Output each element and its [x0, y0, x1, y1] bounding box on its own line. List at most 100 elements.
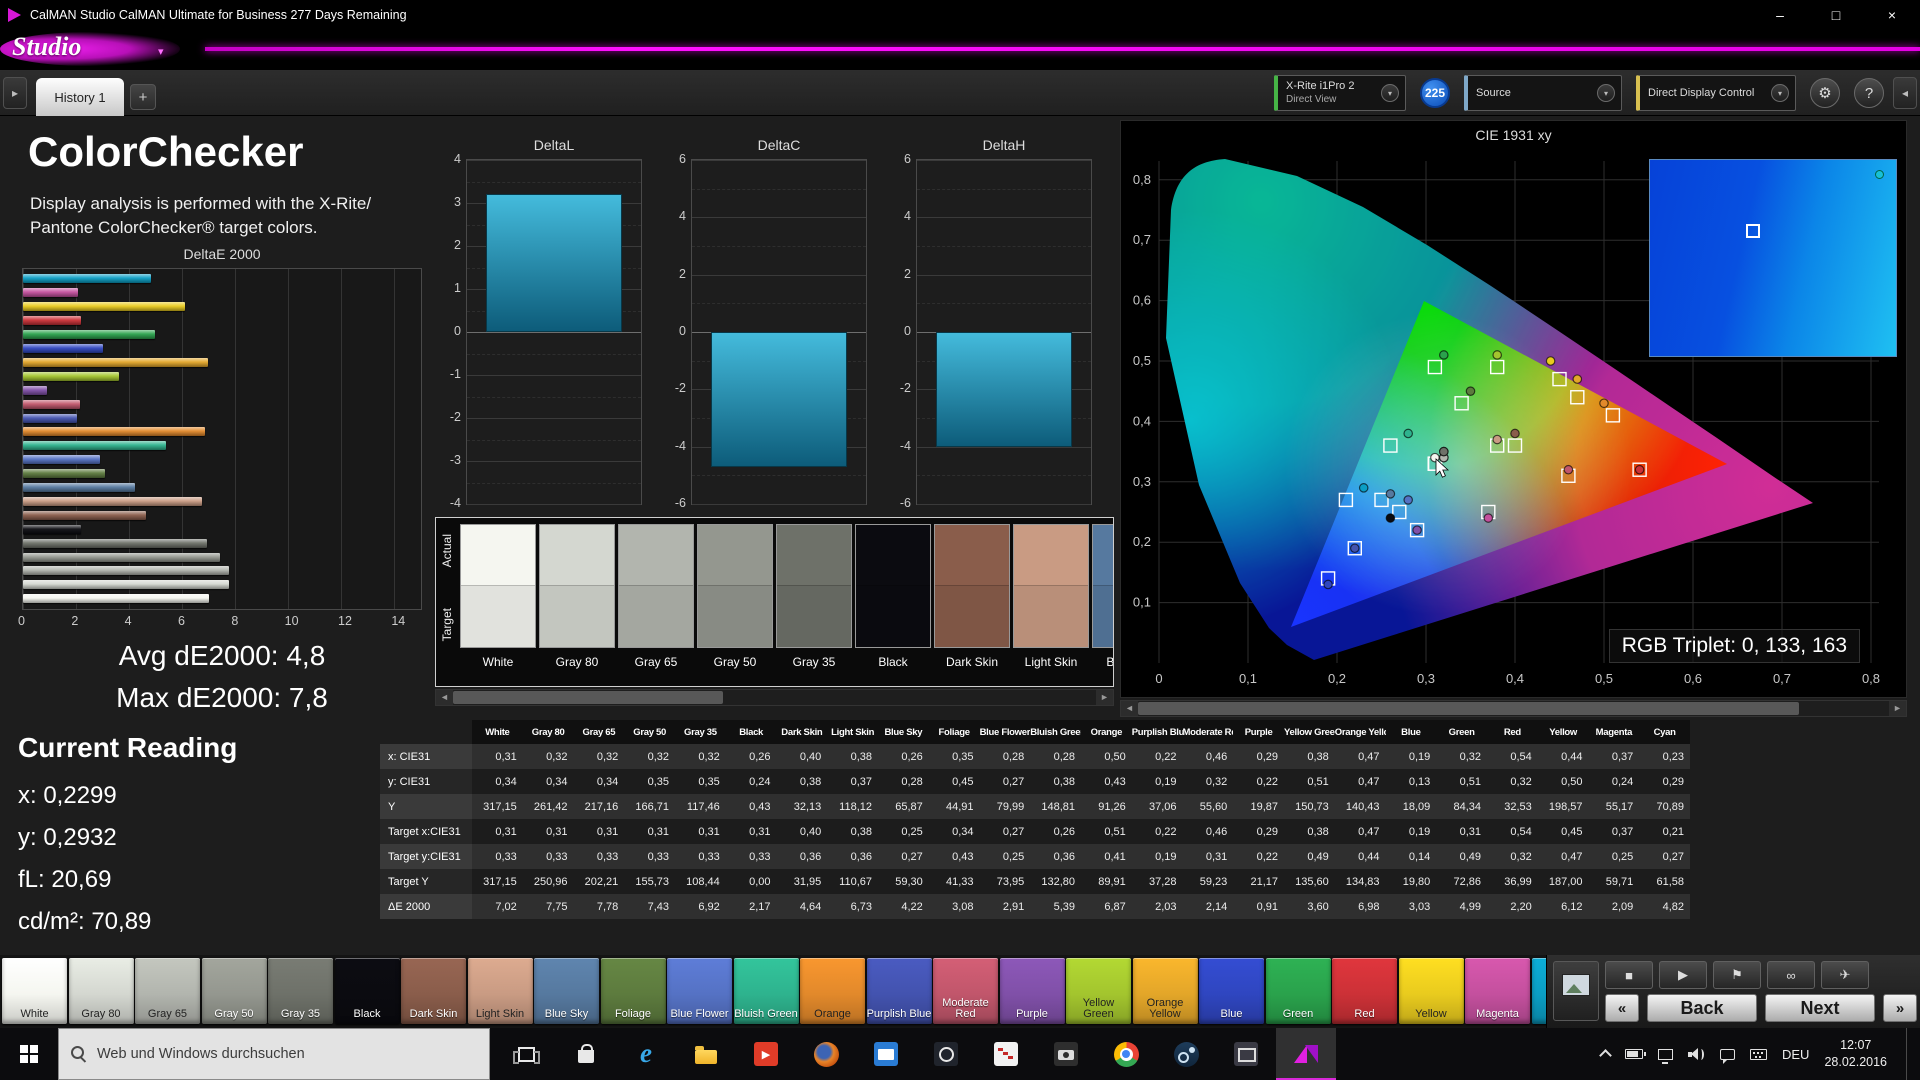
taskbar-icon-steps[interactable] [976, 1028, 1036, 1080]
patch-tile-gray-35[interactable]: Gray 35 [268, 958, 333, 1024]
chart-plot: 6 4 2 0 -2 -4 -6 [900, 152, 1092, 510]
taskbar-icon-store[interactable] [556, 1028, 616, 1080]
taskbar-icon-calman[interactable] [1276, 1028, 1336, 1080]
taskbar-icon-steam[interactable] [1156, 1028, 1216, 1080]
patch-tile-purple[interactable]: Purple [999, 958, 1065, 1024]
table-row: Target x:CIE31 0,31 0,31 0,31 0,31 0,31 0,31 0,… [380, 819, 1690, 844]
minimize-button[interactable]: – [1752, 0, 1808, 29]
patch-tile-bluish-green[interactable]: Bluish Green [733, 958, 799, 1024]
chevron-down-icon[interactable]: ▾ [1381, 84, 1399, 102]
show-desktop-button[interactable] [1906, 1028, 1914, 1080]
patch-tile-gray-50[interactable]: Gray 50 [201, 958, 267, 1024]
flag-icon[interactable]: ⚑ [1713, 961, 1761, 989]
taskbar-icon-camera[interactable] [1036, 1028, 1096, 1080]
next-button[interactable]: Next [1765, 994, 1875, 1022]
reading-cdm2: cd/m²: 70,89 [18, 908, 152, 935]
scroll-left-icon[interactable]: ◄ [1121, 701, 1138, 716]
taskbar-icon-snip[interactable] [1216, 1028, 1276, 1080]
swatch-strip-scrollbar[interactable]: ◄ ► [435, 689, 1114, 706]
taskbar-icon-media[interactable] [736, 1028, 796, 1080]
cie-scrollbar[interactable]: ◄ ► [1120, 700, 1907, 717]
delta-bar [486, 194, 622, 332]
studio-menu-caret-icon[interactable]: ▾ [158, 45, 164, 58]
chevrons-next-icon[interactable]: » [1883, 994, 1917, 1022]
patch-tile-gray-80[interactable]: Gray 80 [68, 958, 134, 1024]
taskbar-icon-photos[interactable] [916, 1028, 976, 1080]
patch-tile-light-skin[interactable]: Light Skin [467, 958, 533, 1024]
patch-tile-black[interactable]: Black [334, 958, 400, 1024]
chevron-down-icon[interactable]: ▾ [1597, 84, 1615, 102]
patch-tile-green[interactable]: Green [1265, 958, 1331, 1024]
patch-tile-orange[interactable]: Orange [800, 958, 865, 1024]
taskbar-icon-firefox[interactable] [796, 1028, 856, 1080]
taskbar-icon-explorer[interactable] [676, 1028, 736, 1080]
current-reading-title: Current Reading [18, 732, 238, 763]
tab-history-1[interactable]: History 1 [36, 78, 124, 116]
language-indicator[interactable]: DEU [1782, 1047, 1809, 1062]
table-row: x: CIE31 0,31 0,32 0,32 0,32 0,32 0,26 0,40 0,38… [380, 744, 1690, 769]
scroll-right-icon[interactable]: ► [1889, 701, 1906, 716]
play-icon[interactable]: ▶ [1659, 961, 1707, 989]
chevron-down-icon[interactable]: ▾ [1771, 84, 1789, 102]
patch-tile-yellow-green[interactable]: Yellow Green [1066, 958, 1131, 1024]
settings-gear-button[interactable]: ⚙ [1810, 78, 1840, 108]
expand-right-panel-button[interactable]: ◂ [1893, 77, 1917, 109]
help-button[interactable]: ? [1854, 78, 1884, 108]
scroll-right-icon[interactable]: ► [1096, 690, 1113, 705]
tray-keyboard-icon[interactable] [1749, 1048, 1767, 1060]
taskbar-clock[interactable]: 12:07 28.02.2016 [1824, 1037, 1887, 1071]
patch-tile-moderate-red[interactable]: Moderate Red [933, 958, 998, 1024]
loop-icon[interactable]: ∞ [1767, 961, 1815, 989]
patch-tile-magenta[interactable]: Magenta [1465, 958, 1530, 1024]
patch-tile-foliage[interactable]: Foliage [600, 958, 666, 1024]
patch-tile-white[interactable]: White [2, 958, 67, 1024]
send-to-display-icon[interactable]: ✈ [1821, 961, 1869, 989]
pattern-preview-button[interactable] [1553, 961, 1599, 1021]
patch-tile-blue-flower[interactable]: Blue Flower [667, 958, 732, 1024]
tray-volume-icon[interactable] [1687, 1047, 1705, 1061]
maximize-button[interactable]: □ [1808, 0, 1864, 29]
back-button[interactable]: Back [1647, 994, 1757, 1022]
patch-tile-gray-65[interactable]: Gray 65 [135, 958, 200, 1024]
deltae-bar-chart [22, 268, 422, 610]
column-header: Bluish Green [1030, 720, 1081, 744]
patch-tile-red[interactable]: Red [1332, 958, 1397, 1024]
taskbar-search[interactable] [58, 1028, 490, 1080]
media-icon [754, 1042, 778, 1066]
column-header: Green [1436, 720, 1487, 744]
tray-battery-icon[interactable] [1624, 1049, 1646, 1059]
patch-tile-yellow[interactable]: Yellow [1398, 958, 1464, 1024]
tray-chat-icon[interactable] [1719, 1048, 1735, 1064]
patch-tile-dark-skin[interactable]: Dark Skin [401, 958, 466, 1024]
patch-tile-purplish-blue[interactable]: Purplish Blue [866, 958, 932, 1024]
tray-network-icon[interactable] [1657, 1048, 1673, 1064]
scroll-left-icon[interactable]: ◄ [436, 690, 453, 705]
close-button[interactable]: × [1864, 0, 1920, 29]
patch-tile-blue-sky[interactable]: Blue Sky [534, 958, 599, 1024]
display-control-dropdown[interactable]: Direct Display Control ▾ [1636, 75, 1796, 111]
add-tab-button[interactable]: + [130, 84, 156, 110]
scrollbar-thumb[interactable] [453, 691, 724, 704]
expand-left-panel-button[interactable]: ▸ [3, 77, 27, 109]
taskbar-icon-mail[interactable] [856, 1028, 916, 1080]
meter-dropdown[interactable]: X-Rite i1Pro 2 Direct View ▾ [1274, 75, 1406, 111]
tray-expand-icon[interactable] [1599, 1048, 1612, 1062]
source-dropdown[interactable]: Source ▾ [1464, 75, 1622, 111]
taskbar-icon-chrome[interactable] [1096, 1028, 1156, 1080]
chevrons-back-icon[interactable]: « [1605, 994, 1639, 1022]
patch-tile-blue[interactable]: Blue [1199, 958, 1264, 1024]
taskbar-icon-edge[interactable] [616, 1028, 676, 1080]
cie-chart-title: CIE 1931 xy [1475, 127, 1552, 143]
taskbar-icon-task-view[interactable] [496, 1028, 556, 1080]
svg-text:0,8: 0,8 [1133, 172, 1151, 187]
start-button[interactable] [0, 1028, 58, 1080]
stop-icon[interactable]: ■ [1605, 961, 1653, 989]
patch-tile-orange-yellow[interactable]: Orange Yellow [1132, 958, 1198, 1024]
steps-icon [994, 1042, 1018, 1066]
date: 28.02.2016 [1824, 1055, 1887, 1069]
scrollbar-thumb[interactable] [1138, 702, 1799, 715]
patch-bar: White Gray 80 Gray 65 Gray 50 Gray 35 Black Da… [0, 955, 1920, 1028]
column-header: Blue Flower [979, 720, 1031, 744]
deltae-bar-orange [23, 427, 206, 437]
search-input[interactable] [97, 1046, 477, 1062]
